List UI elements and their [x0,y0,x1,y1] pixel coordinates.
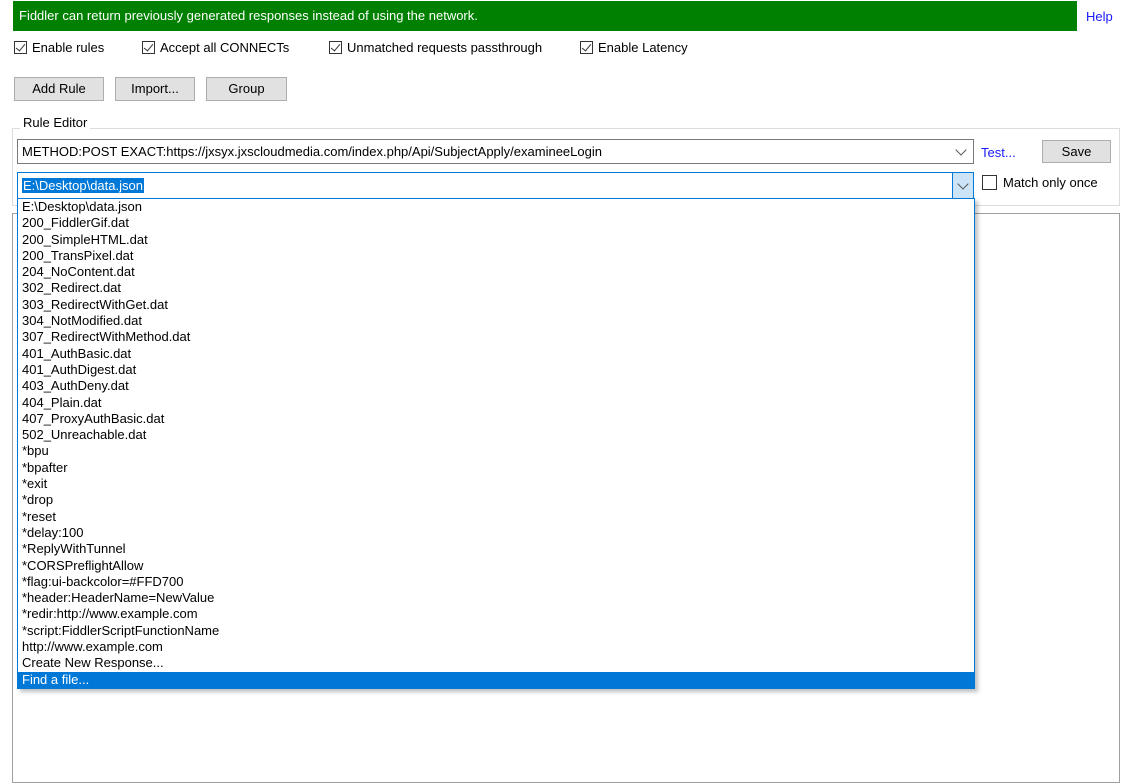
dropdown-option[interactable]: *CORSPreflightAllow [18,558,974,574]
dropdown-option[interactable]: 200_FiddlerGif.dat [18,215,974,231]
chevron-down-icon[interactable] [955,144,967,156]
dropdown-option[interactable]: 200_TransPixel.dat [18,248,974,264]
dropdown-option[interactable]: 303_RedirectWithGet.dat [18,297,974,313]
dropdown-option[interactable]: Create New Response... [18,655,974,671]
checkbox-icon [982,175,997,190]
dropdown-option[interactable]: Find a file... [18,671,974,688]
group-button[interactable]: Group [206,77,287,101]
checkbox-label: Enable rules [32,40,105,55]
match-condition-combo[interactable]: METHOD:POST EXACT:https://jxsyx.jxscloud… [17,139,974,164]
unmatched-passthrough-checkbox[interactable]: Unmatched requests passthrough [329,40,542,55]
dropdown-option[interactable]: 502_Unreachable.dat [18,427,974,443]
dropdown-option[interactable]: *bpu [18,443,974,459]
checkbox-label: Enable Latency [598,40,688,55]
info-banner: Fiddler can return previously generated … [13,1,1077,31]
match-only-once-checkbox[interactable]: Match only once [982,175,1098,190]
dropdown-option[interactable]: 401_AuthDigest.dat [18,362,974,378]
checkbox-label: Accept all CONNECTs [160,40,290,55]
dropdown-option[interactable]: *delay:100 [18,525,974,541]
dropdown-option[interactable]: E:\Desktop\data.json [18,199,974,215]
dropdown-option[interactable]: *ReplyWithTunnel [18,541,974,557]
add-rule-button[interactable]: Add Rule [14,77,104,101]
enable-latency-checkbox[interactable]: Enable Latency [580,40,688,55]
dropdown-option[interactable]: *redir:http://www.example.com [18,606,974,622]
dropdown-option[interactable]: 404_Plain.dat [18,395,974,411]
dropdown-option[interactable]: 407_ProxyAuthBasic.dat [18,411,974,427]
response-action-combo[interactable]: E:\Desktop\data.json [17,172,974,199]
dropdown-option[interactable]: 307_RedirectWithMethod.dat [18,329,974,345]
dropdown-option[interactable]: 403_AuthDeny.dat [18,378,974,394]
dropdown-option[interactable]: *header:HeaderName=NewValue [18,590,974,606]
enable-rules-checkbox[interactable]: Enable rules [14,40,104,55]
checkbox-label: Unmatched requests passthrough [347,40,543,55]
response-action-value[interactable]: E:\Desktop\data.json [22,178,144,193]
checkbox-icon [14,41,27,54]
dropdown-option[interactable]: http://www.example.com [18,639,974,655]
response-dropdown-list[interactable]: E:\Desktop\data.json 200_FiddlerGif.dat 20… [17,198,975,689]
dropdown-option[interactable]: 304_NotModified.dat [18,313,974,329]
dropdown-option[interactable]: *flag:ui-backcolor=#FFD700 [18,574,974,590]
dropdown-option[interactable]: *script:FiddlerScriptFunctionName [18,623,974,639]
dropdown-option[interactable]: 401_AuthBasic.dat [18,346,974,362]
dropdown-option[interactable]: 204_NoContent.dat [18,264,974,280]
dropdown-option[interactable]: *exit [18,476,974,492]
save-button[interactable]: Save [1042,140,1111,163]
accept-connects-checkbox[interactable]: Accept all CONNECTs [142,40,289,55]
match-condition-value: METHOD:POST EXACT:https://jxsyx.jxscloud… [22,144,602,159]
dropdown-option[interactable]: 200_SimpleHTML.dat [18,232,974,248]
checkbox-icon [142,41,155,54]
chevron-down-icon [957,178,969,190]
help-link[interactable]: Help [1086,9,1113,24]
dropdown-option[interactable]: *drop [18,492,974,508]
checkbox-label: Match only once [1003,175,1098,190]
import-button[interactable]: Import... [115,77,195,101]
dropdown-button[interactable] [952,173,973,198]
checkbox-icon [329,41,342,54]
rule-editor-title: Rule Editor [20,115,91,130]
dropdown-option[interactable]: 302_Redirect.dat [18,280,974,296]
dropdown-option[interactable]: *bpafter [18,460,974,476]
test-link[interactable]: Test... [981,145,1016,160]
dropdown-option[interactable]: *reset [18,509,974,525]
checkbox-icon [580,41,593,54]
